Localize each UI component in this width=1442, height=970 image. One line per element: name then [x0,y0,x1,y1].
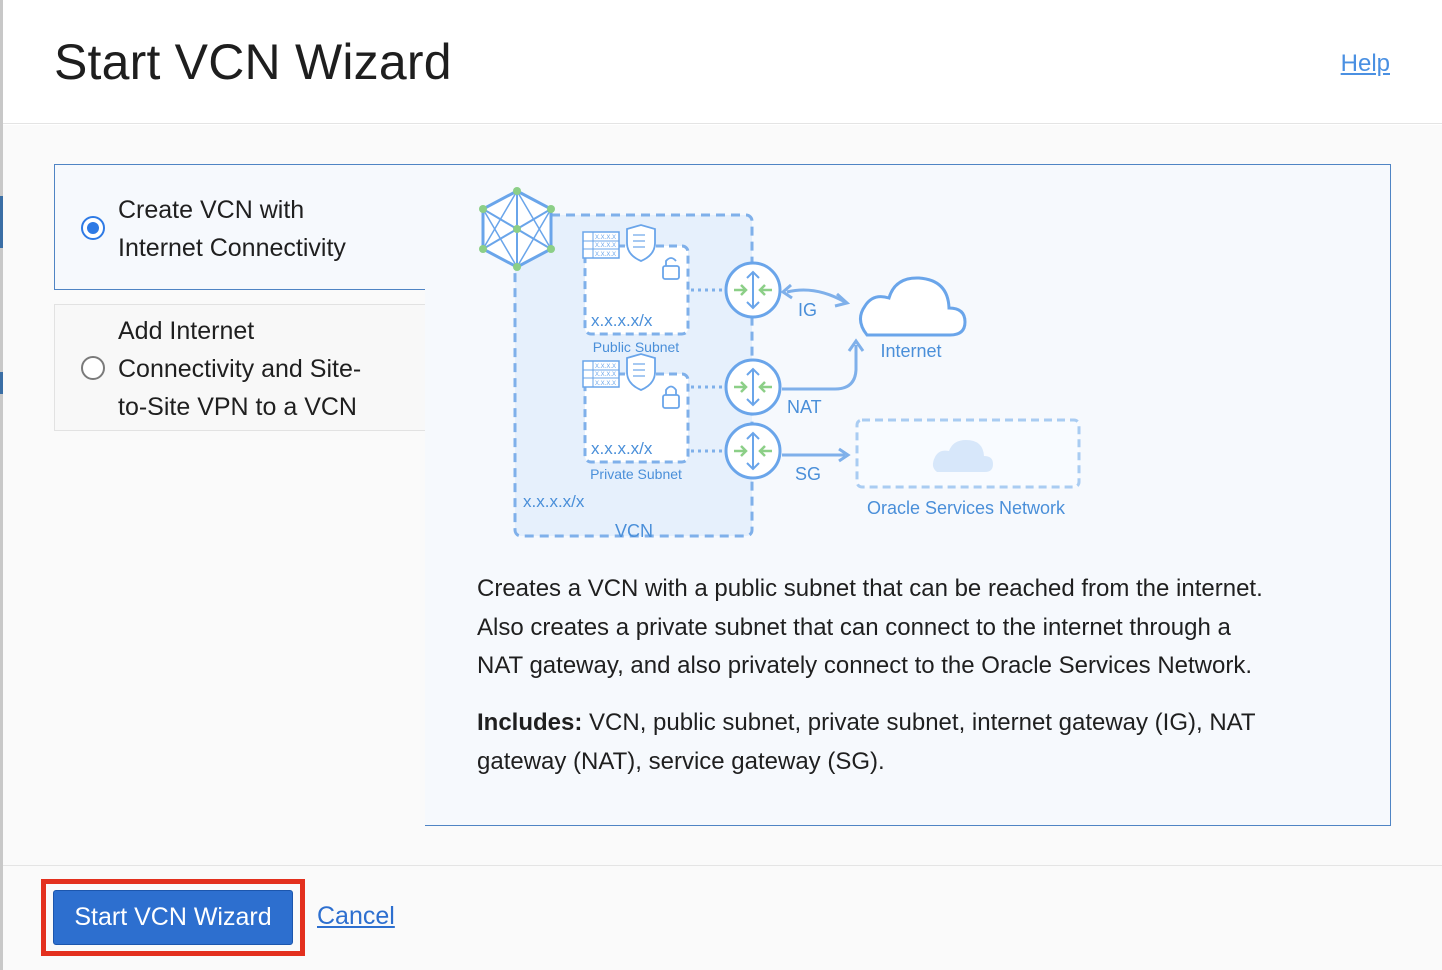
radio-selected-dot [87,222,99,234]
start-vcn-wizard-button[interactable]: Start VCN Wizard [53,890,293,945]
vcn-topology-diagram: X.X.X.X X.X.X.X X.X.X.X x.x.x.x/x Public… [479,187,1081,541]
public-subnet-label: Public Subnet [593,339,680,355]
vcn-cidr: x.x.x.x/x [523,492,585,511]
vcn-label: VCN [615,521,653,541]
help-link[interactable]: Help [1341,50,1390,78]
option-description: Creates a VCN with a public subnet that … [477,570,1357,686]
svg-text:X.X.X.X: X.X.X.X [595,252,616,258]
option-add-internet-vpn[interactable]: Add Internet Connectivity and Site- to-S… [54,304,426,431]
sg-label: SG [795,464,821,484]
internet-gateway-icon [724,261,782,319]
option-label-line: to-Site VPN to a VCN [118,393,357,421]
osn-label: Oracle Services Network [867,498,1066,518]
private-subnet-label: Private Subnet [590,466,682,482]
svg-text:X.X.X.X: X.X.X.X [595,372,616,378]
option-label-line: Create VCN with [118,196,305,224]
detail-panel: X.X.X.X X.X.X.X X.X.X.X x.x.x.x/x Public… [425,164,1391,826]
nat-internet-arrow [782,345,858,391]
radio-add-internet-vpn[interactable] [81,356,105,380]
dialog-title: Start VCN Wizard [54,34,452,90]
vcn-wizard-dialog: Start VCN Wizard Help Create VCN with In… [0,0,1442,970]
option-label-line: Internet Connectivity [118,234,346,262]
svg-text:X.X.X.X: X.X.X.X [595,235,616,241]
cancel-link[interactable]: Cancel [317,902,395,931]
internet-cloud-icon [859,276,967,337]
nat-gateway-icon [724,358,782,416]
description-line: Creates a VCN with a public subnet that … [477,575,1263,602]
option-create-vcn-internet[interactable]: Create VCN with Internet Connectivity [54,164,426,290]
includes-line: Includes: VCN, public subnet, private su… [477,704,1357,743]
ig-label: IG [798,300,817,320]
dialog-header: Start VCN Wizard Help [3,0,1442,124]
description-line: Also creates a private subnet that can c… [477,613,1231,641]
includes-label: Includes: [477,709,583,736]
dialog-body: Create VCN with Internet Connectivity Ad… [3,125,1442,865]
dialog-footer: Start VCN Wizard Cancel [3,865,1442,970]
public-subnet-cidr: x.x.x.x/x [591,311,653,330]
option-label-line: Connectivity and Site- [118,355,362,383]
internet-label: Internet [880,341,941,361]
includes-value: gateway (NAT), service gateway (SG). [477,747,885,775]
option-label: Create VCN with Internet Connectivity [118,191,346,267]
description-line: NAT gateway, and also privately connect … [477,652,1253,679]
nat-label: NAT [787,397,822,417]
svg-text:X.X.X.X: X.X.X.X [595,381,616,387]
includes-text: Includes: VCN, public subnet, private su… [477,704,1357,781]
private-subnet-cidr: x.x.x.x/x [591,439,653,458]
includes-value: VCN, public subnet, private subnet, inte… [582,709,1256,736]
radio-create-vcn-internet[interactable] [81,216,105,240]
service-gateway-icon [724,422,782,480]
svg-text:X.X.X.X: X.X.X.X [595,364,616,370]
svg-text:X.X.X.X: X.X.X.X [595,243,616,249]
option-label: Add Internet Connectivity and Site- to-S… [118,312,361,426]
option-label-line: Add Internet [118,317,255,345]
